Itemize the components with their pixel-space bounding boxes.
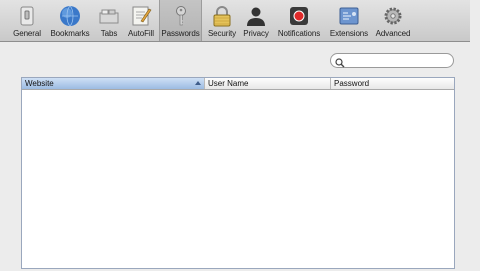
toolbar-item-security[interactable]: Security	[205, 0, 239, 41]
toolbar-item-label: Passwords	[161, 29, 200, 38]
person-silhouette-icon	[245, 5, 267, 27]
toolbar-item-tabs[interactable]: Tabs	[96, 0, 122, 41]
toolbar-item-advanced[interactable]: Advanced	[373, 0, 413, 41]
toolbar-item-label: AutoFill	[128, 29, 154, 38]
search-field[interactable]	[330, 53, 454, 68]
puzzle-extension-icon	[338, 5, 360, 27]
window-edge	[470, 0, 480, 271]
toolbar-item-general[interactable]: General	[10, 0, 44, 41]
toolbar-item-privacy[interactable]: Privacy	[241, 0, 271, 41]
toolbar-item-label: Notifications	[277, 29, 321, 38]
table-body[interactable]	[22, 90, 454, 268]
lock-icon	[211, 5, 233, 27]
gear-icon	[382, 5, 404, 27]
column-header-label: Website	[25, 79, 54, 88]
pencil-form-icon	[130, 5, 152, 27]
passwords-pane: Website User Name Password	[0, 42, 470, 271]
toolbar-item-extensions[interactable]: Extensions	[327, 0, 371, 41]
globe-icon	[59, 5, 81, 27]
toolbar-item-notifications[interactable]: Notifications	[274, 0, 324, 41]
toolbar-item-autofill[interactable]: AutoFill	[125, 0, 157, 41]
sort-ascending-icon	[195, 81, 201, 85]
toolbar-item-bookmarks[interactable]: Bookmarks	[47, 0, 93, 41]
column-header-website[interactable]: Website	[22, 78, 205, 89]
toolbar-item-label: Bookmarks	[50, 29, 90, 38]
general-switch-icon	[16, 5, 38, 27]
search-icon	[335, 55, 345, 68]
table-header: Website User Name Password	[22, 78, 454, 90]
toolbar-item-passwords[interactable]: Passwords	[159, 0, 202, 41]
tabs-icon	[98, 5, 120, 27]
column-header-label: User Name	[208, 79, 249, 88]
toolbar-item-label: Security	[207, 29, 237, 38]
toolbar-item-label: Privacy	[243, 29, 269, 38]
column-header-user-name[interactable]: User Name	[205, 78, 331, 89]
column-header-password[interactable]: Password	[331, 78, 454, 89]
toolbar-item-label: General	[13, 29, 41, 38]
notifications-icon	[288, 5, 310, 27]
passwords-table: Website User Name Password	[21, 77, 455, 269]
toolbar-item-label: Tabs	[100, 29, 118, 38]
column-header-label: Password	[334, 79, 370, 88]
toolbar-item-label: Extensions	[329, 29, 369, 38]
toolbar-item-label: Advanced	[375, 29, 411, 38]
preferences-toolbar: General Bookmarks Tabs AutoFill Password…	[0, 0, 470, 42]
key-icon	[170, 5, 192, 27]
